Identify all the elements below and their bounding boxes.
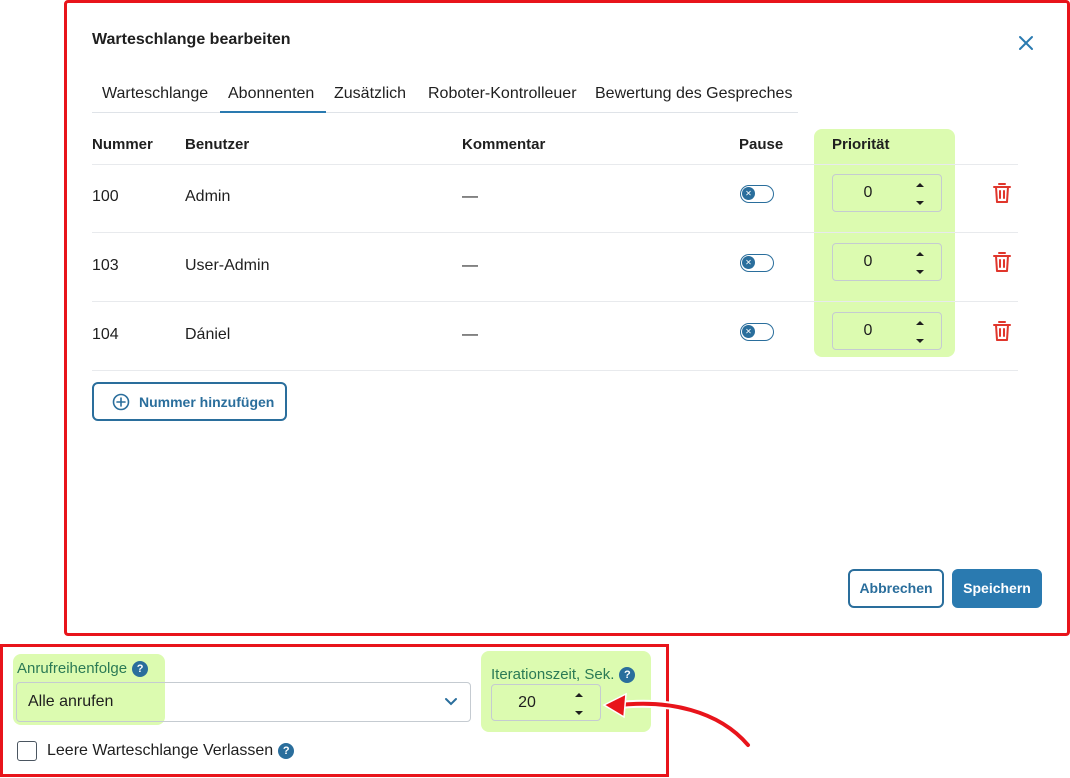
pause-toggle[interactable]: ✕ xyxy=(740,323,774,341)
column-header-number: Nummer xyxy=(92,136,153,153)
tab-abonnenten[interactable]: Abonnenten xyxy=(220,85,326,113)
row-number: 103 xyxy=(92,257,119,274)
column-header-comment: Kommentar xyxy=(462,136,546,153)
priority-stepper[interactable]: 0 xyxy=(832,243,942,281)
help-icon[interactable]: ? xyxy=(619,667,636,683)
stepper-arrows-icon[interactable] xyxy=(915,319,925,345)
tab-bewertung[interactable]: Bewertung des Gespreches xyxy=(595,85,792,103)
iteration-label: Iterationszeit, Sek.? xyxy=(491,666,636,683)
cancel-button[interactable]: Abbrechen xyxy=(848,569,944,608)
table-row: 100 Admin — ✕ 0 xyxy=(92,164,1018,233)
delete-button[interactable] xyxy=(990,319,1014,343)
call-order-value: Alle anrufen xyxy=(28,693,114,710)
help-icon[interactable]: ? xyxy=(278,743,295,759)
leave-empty-checkbox[interactable] xyxy=(17,741,37,761)
row-comment: — xyxy=(462,326,478,343)
add-number-label: Nummer hinzufügen xyxy=(139,394,275,410)
priority-value: 0 xyxy=(863,184,873,201)
column-header-priority: Priorität xyxy=(832,136,890,153)
row-user: Admin xyxy=(185,188,231,205)
trash-icon xyxy=(993,321,1011,341)
column-header-pause: Pause xyxy=(739,136,784,153)
help-icon[interactable]: ? xyxy=(132,661,149,677)
stepper-arrows-icon[interactable] xyxy=(915,250,925,276)
edit-queue-dialog: Warteschlange bearbeiten Warteschlange A… xyxy=(68,3,1066,633)
iteration-value: 20 xyxy=(518,694,536,711)
table-row: 104 Dániel — ✕ 0 xyxy=(92,302,1018,371)
tab-zusaetzlich[interactable]: Zusätzlich xyxy=(334,85,406,103)
close-icon xyxy=(1019,36,1033,50)
row-comment: — xyxy=(462,257,478,274)
chevron-down-icon xyxy=(445,698,457,706)
call-order-select[interactable]: Alle anrufen xyxy=(16,682,471,722)
delete-button[interactable] xyxy=(990,250,1014,274)
row-number: 100 xyxy=(92,188,119,205)
table-row: 103 User-Admin — ✕ 0 xyxy=(92,233,1018,302)
trash-icon xyxy=(993,252,1011,272)
priority-value: 0 xyxy=(863,253,873,270)
priority-stepper[interactable]: 0 xyxy=(832,174,942,212)
row-number: 104 xyxy=(92,326,119,343)
stepper-arrows-icon[interactable] xyxy=(574,691,584,717)
add-number-button[interactable]: Nummer hinzufügen xyxy=(92,382,287,421)
tab-roboter-kontrolleuer[interactable]: Roboter-Kontrolleuer xyxy=(428,85,577,103)
close-button[interactable] xyxy=(1016,33,1036,53)
toggle-off-icon: ✕ xyxy=(742,325,755,338)
tab-warteschlange[interactable]: Warteschlange xyxy=(102,85,208,103)
pause-toggle[interactable]: ✕ xyxy=(740,254,774,272)
delete-button[interactable] xyxy=(990,181,1014,205)
iteration-stepper[interactable]: 20 xyxy=(491,684,601,721)
toggle-off-icon: ✕ xyxy=(742,187,755,200)
plus-circle-icon xyxy=(112,393,130,411)
pause-toggle[interactable]: ✕ xyxy=(740,185,774,203)
annotation-arrow-icon xyxy=(602,692,752,749)
trash-icon xyxy=(993,183,1011,203)
row-comment: — xyxy=(462,188,478,205)
save-button[interactable]: Speichern xyxy=(952,569,1042,608)
toggle-off-icon: ✕ xyxy=(742,256,755,269)
row-user: User-Admin xyxy=(185,257,270,274)
leave-empty-label: Leere Warteschlange Verlassen? xyxy=(47,742,295,760)
row-user: Dániel xyxy=(185,326,231,343)
priority-value: 0 xyxy=(863,322,873,339)
tab-bar: Warteschlange Abonnenten Zusätzlich Robo… xyxy=(92,79,798,113)
call-order-label: Anrufreihenfolge? xyxy=(17,660,149,677)
column-header-user: Benutzer xyxy=(185,136,250,153)
dialog-title: Warteschlange bearbeiten xyxy=(92,31,291,48)
stepper-arrows-icon[interactable] xyxy=(915,181,925,207)
priority-stepper[interactable]: 0 xyxy=(832,312,942,350)
